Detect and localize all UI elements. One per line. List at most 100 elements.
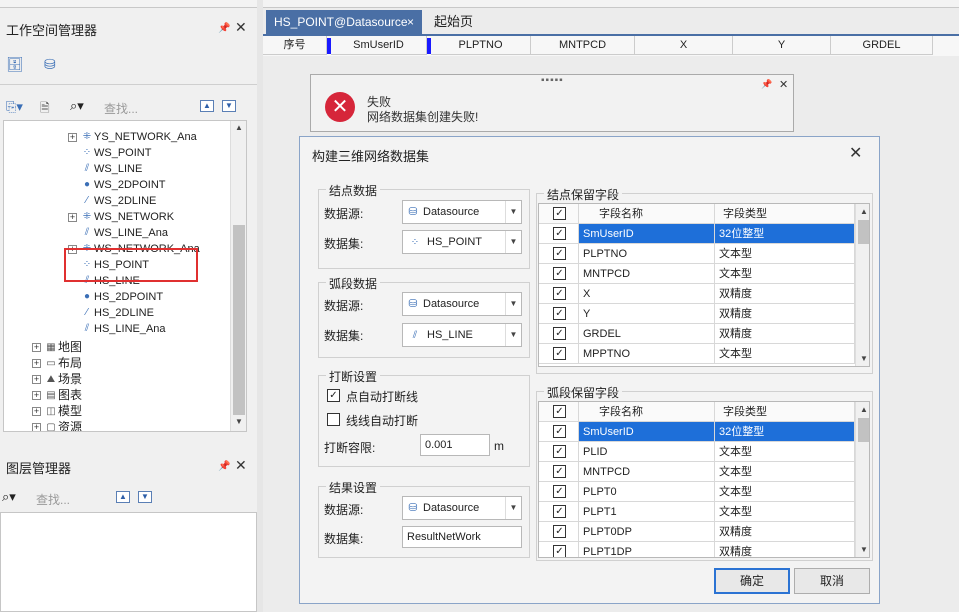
scroll-down-icon[interactable]: ▼ [232,415,246,429]
search-prev-button[interactable]: ▲ [116,491,130,503]
scroll-up-icon[interactable]: ▲ [857,403,869,417]
field-check-cell[interactable]: ✓ [539,344,579,364]
expand-icon[interactable]: + [32,423,41,431]
tree-root-item[interactable]: + ◫ 模型 [32,403,82,419]
cancel-button[interactable]: 取消 [794,568,870,594]
scroll-thumb[interactable] [858,418,869,442]
field-type-header[interactable]: 字段类型 [715,204,855,224]
close-icon[interactable]: ✕ [779,78,788,91]
tab-close-icon[interactable]: × [407,10,414,34]
field-checkbox[interactable]: ✓ [553,505,566,518]
field-check-cell[interactable]: ✓ [539,482,579,502]
grid-scrollbar[interactable]: ▲ ▼ [855,204,869,366]
tree-item[interactable]: + ⁜ YS_NETWORK_Ana [68,129,197,145]
field-checkbox[interactable]: ✓ [553,545,566,557]
grid-scrollbar[interactable]: ▲ ▼ [855,402,869,557]
search-input[interactable]: 查找... [104,100,138,117]
search-prev-button[interactable]: ▲ [200,100,214,112]
expand-icon[interactable]: + [68,132,77,142]
field-name-header[interactable]: 字段名称 [579,204,715,224]
node-dataset-select[interactable]: ⁘ HS_POINT ▼ [402,230,522,254]
tree-item[interactable]: + ⁜ WS_NETWORK [68,209,174,225]
field-type-header[interactable]: 字段类型 [715,402,855,422]
expand-icon[interactable]: + [68,212,77,222]
close-icon[interactable]: ✕ [849,143,862,163]
tree-item[interactable]: ⁄ WS_2DLINE [68,193,156,209]
tree-scrollbar[interactable]: ▲ ▼ [230,121,246,431]
column-header[interactable]: Y [733,36,831,55]
select-all-checkbox[interactable]: ✓ [553,207,566,220]
field-check-cell[interactable]: ✓ [539,462,579,482]
properties-icon[interactable]: 🗎 [40,99,50,120]
workspace-tab-icon[interactable]: 🗄 [6,56,24,72]
tree-item[interactable]: ⁄ HS_2DLINE [68,305,154,321]
tree-item[interactable]: ⫽ WS_LINE [68,161,143,177]
scroll-thumb[interactable] [858,220,869,244]
field-check-cell[interactable]: ✓ [539,244,579,264]
tolerance-input[interactable]: 0.001 [420,434,490,456]
chevron-down-icon[interactable]: ▼ [505,293,521,315]
tree-root-item[interactable]: + ▦ 地图 [32,339,82,355]
scroll-thumb[interactable] [233,225,245,415]
search-icon[interactable]: ⌕▾ [2,489,16,505]
column-header[interactable]: GRDEL [831,36,933,55]
expand-icon[interactable]: + [32,343,41,353]
line-auto-break-checkbox[interactable] [327,413,340,426]
drag-grip[interactable]: ▪▪▪▪▪ [541,75,564,86]
scroll-up-icon[interactable]: ▲ [232,121,246,135]
field-checkbox[interactable]: ✓ [553,525,566,538]
field-name-header[interactable]: 字段名称 [579,402,715,422]
field-checkbox[interactable]: ✓ [553,267,566,280]
tree-item[interactable]: ● WS_2DPOINT [68,177,166,193]
select-all-checkbox[interactable]: ✓ [553,405,566,418]
tree-item[interactable]: ⫽ HS_LINE_Ana [68,321,166,337]
field-check-cell[interactable]: ✓ [539,304,579,324]
tree-item[interactable]: ⫽ WS_LINE_Ana [68,225,168,241]
field-checkbox[interactable]: ✓ [553,445,566,458]
pin-icon[interactable]: 📌 [761,79,772,90]
column-header[interactable]: MNTPCD [531,36,635,55]
node-datasource-select[interactable]: ⛁ Datasource ▼ [402,200,522,224]
tree-root-item[interactable]: + ▢ 资源 [32,419,82,431]
column-header[interactable]: PLPTNO [431,36,531,55]
point-auto-break-checkbox[interactable]: ✓ [327,389,340,402]
tab-hs-point[interactable]: HS_POINT@Datasource × [266,10,422,34]
expand-icon[interactable]: + [32,359,41,369]
close-icon[interactable]: ✕ [235,19,247,36]
pin-icon[interactable]: 📌 [218,461,230,472]
scroll-down-icon[interactable]: ▼ [857,352,869,366]
field-check-cell[interactable]: ✓ [539,502,579,522]
search-icon[interactable]: ⌕▾ [70,98,84,114]
field-check-cell[interactable]: ✓ [539,284,579,304]
pin-icon[interactable]: 📌 [218,23,230,34]
expand-icon[interactable]: + [32,391,41,401]
field-checkbox[interactable]: ✓ [553,307,566,320]
select-all-cell[interactable]: ✓ [539,204,579,224]
field-checkbox[interactable]: ✓ [553,425,566,438]
close-icon[interactable]: ✕ [235,457,247,474]
result-dataset-input[interactable]: ResultNetWork [402,526,522,548]
field-check-cell[interactable]: ✓ [539,522,579,542]
field-check-cell[interactable]: ✓ [539,442,579,462]
chevron-down-icon[interactable]: ▼ [505,201,521,223]
ok-button[interactable]: 确定 [714,568,790,594]
column-header[interactable]: SmUserID [331,36,427,55]
tree-item[interactable]: ● HS_2DPOINT [68,289,163,305]
field-check-cell[interactable]: ✓ [539,324,579,344]
expand-icon[interactable]: + [32,375,41,385]
field-check-cell[interactable]: ✓ [539,422,579,442]
field-check-cell[interactable]: ✓ [539,264,579,284]
tree-root-item[interactable]: + ▭ 布局 [32,355,82,371]
field-checkbox[interactable]: ✓ [553,287,566,300]
tab-start-page[interactable]: 起始页 [434,10,473,34]
datasource-tab-icon[interactable]: ⛁ [44,56,62,72]
expand-icon[interactable]: + [32,407,41,417]
field-checkbox[interactable]: ✓ [553,485,566,498]
select-all-cell[interactable]: ✓ [539,402,579,422]
arc-dataset-select[interactable]: ⫽ HS_LINE ▼ [402,323,522,347]
column-header[interactable]: 序号 [263,36,327,55]
field-check-cell[interactable]: ✓ [539,224,579,244]
arc-datasource-select[interactable]: ⛁ Datasource ▼ [402,292,522,316]
tree-root-item[interactable]: + ▤ 图表 [32,387,82,403]
chevron-down-icon[interactable]: ▼ [505,324,521,346]
